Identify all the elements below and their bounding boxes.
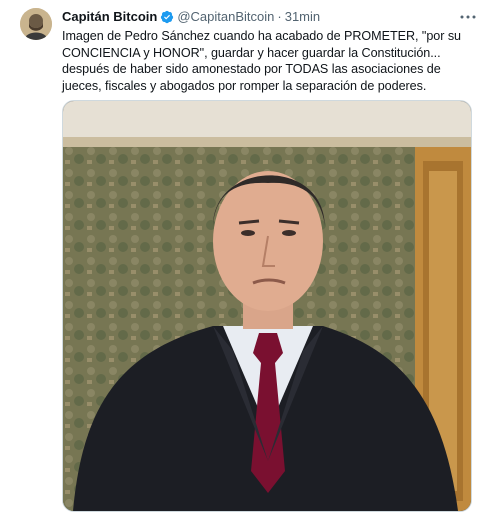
- more-options-icon: [460, 15, 476, 19]
- photo-image: [63, 101, 471, 511]
- separator-dot: ·: [277, 9, 282, 24]
- tweet-timestamp[interactable]: 31min: [285, 8, 320, 26]
- tweet-text: Imagen de Pedro Sánchez cuando ha acabad…: [62, 28, 482, 94]
- author-handle[interactable]: @CapitanBitcoin: [177, 8, 274, 26]
- tweet-text-line: después de haber sido amonestado por TOD…: [62, 62, 441, 77]
- tweet-text-line: CONCIENCIA y HONOR", guardar y hacer gua…: [62, 45, 441, 60]
- avatar-portrait-icon: [20, 8, 52, 40]
- tweet-media-photo[interactable]: [62, 100, 472, 512]
- author-avatar[interactable]: [20, 8, 52, 40]
- author-name[interactable]: Capitán Bitcoin: [62, 8, 157, 26]
- tweet-text-line: Imagen de Pedro Sánchez cuando ha acabad…: [62, 29, 462, 43]
- tweet-text-line: jueces, fiscales y abogados por romper l…: [62, 78, 427, 93]
- more-options-button[interactable]: [459, 10, 477, 24]
- tweet-header: Capitán Bitcoin @CapitanBitcoin · 31min: [62, 8, 477, 26]
- tweet-card[interactable]: Capitán Bitcoin @CapitanBitcoin · 31min …: [0, 0, 497, 514]
- verified-badge-icon: [160, 10, 174, 24]
